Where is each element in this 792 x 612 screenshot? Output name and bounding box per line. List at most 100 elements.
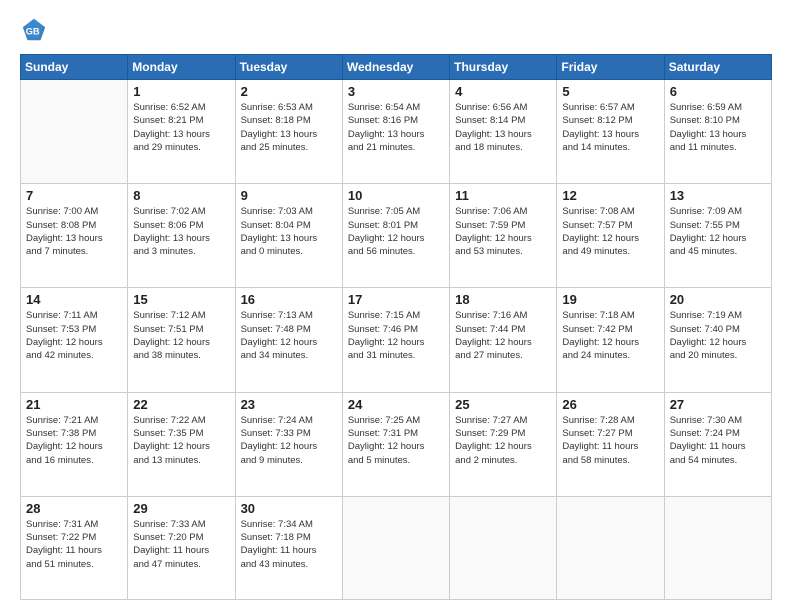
calendar-cell: 18Sunrise: 7:16 AMSunset: 7:44 PMDayligh… (450, 288, 557, 392)
col-thursday: Thursday (450, 55, 557, 80)
calendar-cell: 10Sunrise: 7:05 AMSunset: 8:01 PMDayligh… (342, 184, 449, 288)
calendar-cell (342, 496, 449, 599)
day-info-line: Sunrise: 7:21 AM (26, 414, 122, 427)
day-info-line: Sunrise: 7:09 AM (670, 205, 766, 218)
day-info-line: Daylight: 13 hours (670, 128, 766, 141)
col-tuesday: Tuesday (235, 55, 342, 80)
day-info-line: Sunrise: 7:00 AM (26, 205, 122, 218)
day-number: 15 (133, 292, 229, 307)
day-info-line: and 34 minutes. (241, 349, 337, 362)
day-info-line: Sunset: 7:59 PM (455, 219, 551, 232)
day-info-line: Sunset: 7:27 PM (562, 427, 658, 440)
day-info-line: Sunset: 8:10 PM (670, 114, 766, 127)
day-info-line: and 51 minutes. (26, 558, 122, 571)
col-monday: Monday (128, 55, 235, 80)
day-info-line: Sunrise: 7:27 AM (455, 414, 551, 427)
day-info-line: Sunset: 8:21 PM (133, 114, 229, 127)
day-number: 7 (26, 188, 122, 203)
day-info-line: Daylight: 12 hours (133, 440, 229, 453)
day-info-line: and 38 minutes. (133, 349, 229, 362)
day-info-line: and 25 minutes. (241, 141, 337, 154)
day-info-line: and 27 minutes. (455, 349, 551, 362)
day-info-line: and 5 minutes. (348, 454, 444, 467)
day-info-line: Sunset: 7:40 PM (670, 323, 766, 336)
calendar-cell: 9Sunrise: 7:03 AMSunset: 8:04 PMDaylight… (235, 184, 342, 288)
day-info-line: Sunset: 7:33 PM (241, 427, 337, 440)
day-info-line: and 7 minutes. (26, 245, 122, 258)
col-sunday: Sunday (21, 55, 128, 80)
day-info-line: and 49 minutes. (562, 245, 658, 258)
day-info-line: Daylight: 12 hours (26, 336, 122, 349)
day-info-line: Daylight: 12 hours (348, 232, 444, 245)
calendar-cell: 13Sunrise: 7:09 AMSunset: 7:55 PMDayligh… (664, 184, 771, 288)
day-info-line: Daylight: 13 hours (241, 232, 337, 245)
day-info-line: Sunrise: 7:22 AM (133, 414, 229, 427)
calendar-cell: 11Sunrise: 7:06 AMSunset: 7:59 PMDayligh… (450, 184, 557, 288)
day-number: 12 (562, 188, 658, 203)
day-info-line: Daylight: 12 hours (241, 336, 337, 349)
day-info-line: Sunrise: 7:34 AM (241, 518, 337, 531)
day-info-line: Daylight: 12 hours (241, 440, 337, 453)
calendar-table: Sunday Monday Tuesday Wednesday Thursday… (20, 54, 772, 600)
day-info-line: Sunrise: 7:19 AM (670, 309, 766, 322)
day-info-line: Sunrise: 7:33 AM (133, 518, 229, 531)
day-number: 27 (670, 397, 766, 412)
calendar-cell: 21Sunrise: 7:21 AMSunset: 7:38 PMDayligh… (21, 392, 128, 496)
calendar-cell (557, 496, 664, 599)
day-number: 16 (241, 292, 337, 307)
day-info-line: Sunset: 7:51 PM (133, 323, 229, 336)
day-number: 17 (348, 292, 444, 307)
day-info-line: Daylight: 13 hours (241, 128, 337, 141)
day-number: 1 (133, 84, 229, 99)
day-info-line: Sunset: 7:35 PM (133, 427, 229, 440)
day-number: 5 (562, 84, 658, 99)
calendar-cell: 2Sunrise: 6:53 AMSunset: 8:18 PMDaylight… (235, 80, 342, 184)
calendar-cell: 27Sunrise: 7:30 AMSunset: 7:24 PMDayligh… (664, 392, 771, 496)
calendar-cell: 14Sunrise: 7:11 AMSunset: 7:53 PMDayligh… (21, 288, 128, 392)
day-info-line: Sunset: 7:24 PM (670, 427, 766, 440)
day-number: 29 (133, 501, 229, 516)
day-info-line: Daylight: 12 hours (348, 440, 444, 453)
day-info-line: Sunset: 7:29 PM (455, 427, 551, 440)
day-info-line: Sunset: 7:57 PM (562, 219, 658, 232)
day-info-line: Sunrise: 7:30 AM (670, 414, 766, 427)
day-info-line: Sunset: 7:18 PM (241, 531, 337, 544)
day-info-line: Sunset: 7:20 PM (133, 531, 229, 544)
page: GB Sunday Monday Tuesday Wednesday Thurs… (0, 0, 792, 612)
calendar-cell: 29Sunrise: 7:33 AMSunset: 7:20 PMDayligh… (128, 496, 235, 599)
calendar-cell: 25Sunrise: 7:27 AMSunset: 7:29 PMDayligh… (450, 392, 557, 496)
day-info-line: Daylight: 12 hours (670, 232, 766, 245)
day-info-line: and 11 minutes. (670, 141, 766, 154)
day-info-line: Sunrise: 7:08 AM (562, 205, 658, 218)
calendar-cell: 24Sunrise: 7:25 AMSunset: 7:31 PMDayligh… (342, 392, 449, 496)
day-info-line: Sunrise: 6:57 AM (562, 101, 658, 114)
day-info-line: and 20 minutes. (670, 349, 766, 362)
day-info-line: Sunrise: 7:13 AM (241, 309, 337, 322)
day-info-line: Daylight: 12 hours (455, 336, 551, 349)
day-number: 14 (26, 292, 122, 307)
calendar-cell: 19Sunrise: 7:18 AMSunset: 7:42 PMDayligh… (557, 288, 664, 392)
day-info-line: Sunset: 7:55 PM (670, 219, 766, 232)
day-info-line: Sunrise: 7:11 AM (26, 309, 122, 322)
day-info-line: Sunset: 8:18 PM (241, 114, 337, 127)
day-number: 10 (348, 188, 444, 203)
day-number: 11 (455, 188, 551, 203)
day-info-line: Daylight: 12 hours (455, 440, 551, 453)
calendar-cell: 20Sunrise: 7:19 AMSunset: 7:40 PMDayligh… (664, 288, 771, 392)
day-number: 22 (133, 397, 229, 412)
logo-icon: GB (20, 16, 48, 44)
day-info-line: Daylight: 13 hours (26, 232, 122, 245)
calendar-cell: 6Sunrise: 6:59 AMSunset: 8:10 PMDaylight… (664, 80, 771, 184)
calendar-cell: 16Sunrise: 7:13 AMSunset: 7:48 PMDayligh… (235, 288, 342, 392)
day-info-line: Sunrise: 6:53 AM (241, 101, 337, 114)
day-info-line: Sunrise: 7:02 AM (133, 205, 229, 218)
day-info-line: and 42 minutes. (26, 349, 122, 362)
day-info-line: Sunset: 8:08 PM (26, 219, 122, 232)
day-info-line: Daylight: 12 hours (562, 336, 658, 349)
day-number: 26 (562, 397, 658, 412)
calendar-cell: 4Sunrise: 6:56 AMSunset: 8:14 PMDaylight… (450, 80, 557, 184)
day-info-line: Daylight: 13 hours (562, 128, 658, 141)
day-info-line: and 43 minutes. (241, 558, 337, 571)
calendar-header-row: Sunday Monday Tuesday Wednesday Thursday… (21, 55, 772, 80)
day-info-line: Sunset: 8:16 PM (348, 114, 444, 127)
